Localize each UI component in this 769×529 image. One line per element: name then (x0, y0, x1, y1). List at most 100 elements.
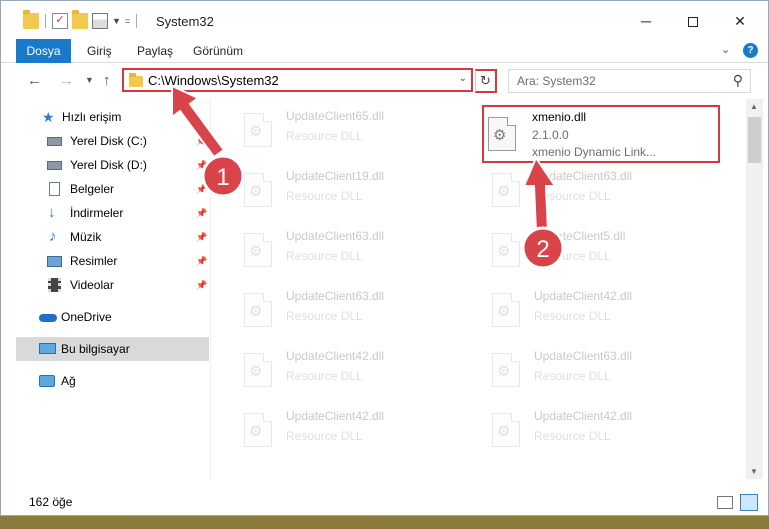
sidebar-item-quick-access[interactable]: ★ Hızlı erişim (16, 105, 209, 129)
navigation-pane: ★ Hızlı erişim Yerel Disk (C:) 📌 Yerel D… (1, 99, 211, 479)
file-name: UpdateClient42.dll (534, 409, 633, 423)
gear-icon: ⚙ (497, 243, 511, 260)
file-list: ⚙ UpdateClient65.dll Resource DLL ⚙ Upda… (212, 99, 742, 479)
drive-icon (47, 161, 62, 170)
file-item[interactable]: ⚙ UpdateClient5.dll Resource DLL (484, 223, 719, 279)
address-path[interactable]: C:\Windows\System32 (148, 73, 279, 88)
dll-file-icon: ⚙ (244, 293, 276, 329)
search-input[interactable]: Ara: System32 ⚲ (508, 69, 751, 93)
file-name: UpdateClient42.dll (534, 289, 633, 303)
file-item[interactable]: ⚙ UpdateClient63.dll Resource DLL (484, 163, 719, 219)
file-name: xmenio.dll (532, 110, 587, 124)
file-name: UpdateClient63.dll (534, 349, 633, 363)
customize-icon[interactable] (92, 13, 108, 29)
gear-icon: ⚙ (493, 127, 507, 144)
chevron-down-icon[interactable]: ⌄ (459, 73, 467, 84)
file-type: Resource DLL (286, 249, 363, 263)
vertical-scrollbar[interactable]: ▲ ▼ (746, 99, 763, 479)
gear-icon: ⚙ (249, 243, 263, 260)
sidebar-item-onedrive[interactable]: OneDrive (16, 305, 209, 329)
file-item[interactable]: ⚙ UpdateClient19.dll Resource DLL (236, 163, 471, 219)
folder-icon (23, 10, 39, 29)
back-button[interactable]: ← (27, 72, 42, 89)
pictures-icon (47, 256, 62, 267)
file-item[interactable]: ⚙ UpdateClient42.dll Resource DLL (236, 343, 471, 399)
sidebar-item-network[interactable]: Ağ (16, 369, 209, 393)
file-name: UpdateClient5.dll (534, 229, 626, 243)
pin-icon[interactable]: 📌 (196, 129, 207, 153)
scroll-down-icon[interactable]: ▼ (750, 467, 758, 476)
network-icon (39, 375, 55, 387)
file-type: Resource DLL (286, 429, 363, 443)
file-type: Resource DLL (534, 189, 611, 203)
tab-share[interactable]: Paylaş (137, 39, 173, 63)
customize-toolbar-icon[interactable]: = (125, 16, 130, 26)
tab-view[interactable]: Görünüm (193, 39, 243, 63)
recent-locations-button[interactable]: ▼ (85, 75, 94, 85)
file-item[interactable]: ⚙ UpdateClient42.dll Resource DLL (236, 403, 471, 459)
maximize-button[interactable] (678, 9, 708, 33)
gear-icon: ⚙ (249, 423, 263, 440)
dll-file-icon: ⚙ (492, 293, 524, 329)
dll-file-icon: ⚙ (244, 353, 276, 389)
sidebar-item-documents[interactable]: Belgeler 📌 (16, 177, 209, 201)
pin-icon[interactable]: 📌 (196, 249, 207, 273)
file-item[interactable]: ⚙ UpdateClient42.dll Resource DLL (484, 403, 719, 459)
title-bar: ✓ ▼ = System32 ─ ✕ (1, 1, 768, 39)
close-button[interactable]: ✕ (725, 9, 755, 33)
file-item[interactable]: ⚙ UpdateClient63.dll Resource DLL (236, 223, 471, 279)
file-type: Resource DLL (534, 429, 611, 443)
expand-ribbon-icon[interactable]: ⌄ (721, 43, 730, 56)
file-name: UpdateClient63.dll (286, 229, 385, 243)
dll-file-icon: ⚙ (492, 233, 524, 269)
gear-icon: ⚙ (497, 363, 511, 380)
gear-icon: ⚙ (249, 303, 263, 320)
file-name: UpdateClient42.dll (286, 409, 385, 423)
scrollbar-thumb[interactable] (748, 117, 761, 163)
dll-file-icon: ⚙ (492, 413, 524, 449)
scroll-up-icon[interactable]: ▲ (750, 102, 758, 111)
sidebar-item-disk-c[interactable]: Yerel Disk (C:) 📌 (16, 129, 209, 153)
pin-icon[interactable]: 📌 (196, 177, 207, 201)
forward-button[interactable]: → (59, 72, 74, 89)
dll-file-icon: ⚙ (244, 413, 276, 449)
pin-icon[interactable]: 📌 (196, 273, 207, 297)
large-icons-view-icon[interactable] (740, 494, 758, 511)
sidebar-item-this-pc[interactable]: Bu bilgisayar (16, 337, 209, 361)
sidebar-item-music[interactable]: ♪ Müzik 📌 (16, 225, 209, 249)
sidebar-item-downloads[interactable]: ↓ İndirmeler 📌 (16, 201, 209, 225)
window-title: System32 (156, 14, 214, 29)
cloud-icon (39, 314, 57, 322)
file-item[interactable]: ⚙ UpdateClient63.dll Resource DLL (484, 343, 719, 399)
up-button[interactable]: ↑ (103, 72, 111, 89)
search-icon[interactable]: ⚲ (733, 72, 743, 89)
pin-icon[interactable]: 📌 (196, 225, 207, 249)
pin-icon[interactable]: 📌 (196, 153, 207, 177)
refresh-button[interactable]: ↻ (475, 69, 497, 93)
file-item[interactable]: ⚙ UpdateClient42.dll Resource DLL (484, 283, 719, 339)
computer-icon (39, 343, 56, 354)
address-bar[interactable]: C:\Windows\System32 ⌄ (122, 68, 473, 92)
details-view-icon[interactable] (717, 496, 733, 509)
file-type: Resource DLL (286, 189, 363, 203)
help-icon[interactable]: ? (743, 43, 758, 58)
file-item[interactable]: ⚙ UpdateClient63.dll Resource DLL (236, 283, 471, 339)
sidebar-item-disk-d[interactable]: Yerel Disk (D:) 📌 (16, 153, 209, 177)
sidebar-item-pictures[interactable]: Resimler 📌 (16, 249, 209, 273)
pin-icon[interactable]: 📌 (196, 201, 207, 225)
navigation-bar: ← → ▼ ↑ C:\Windows\System32 ⌄ ↻ Ara: Sys… (1, 63, 768, 99)
status-bar: 162 öğe (1, 489, 768, 515)
gear-icon: ⚙ (497, 183, 511, 200)
minimize-button[interactable]: ─ (631, 9, 661, 33)
file-item-xmenio[interactable]: ⚙ xmenio.dll 2.1.0.0 xmenio Dynamic Link… (482, 105, 720, 163)
new-folder-icon[interactable] (72, 10, 88, 29)
dll-file-icon: ⚙ (244, 233, 276, 269)
sidebar-item-videos[interactable]: Videolar 📌 (16, 273, 209, 297)
tab-home[interactable]: Giriş (87, 39, 112, 63)
dll-file-icon: ⚙ (492, 353, 524, 389)
file-item[interactable]: ⚙ UpdateClient65.dll Resource DLL (236, 103, 471, 159)
chevron-down-icon[interactable]: ▼ (112, 16, 121, 26)
properties-check-icon[interactable]: ✓ (52, 13, 68, 29)
dll-file-icon: ⚙ (244, 113, 276, 149)
item-count: 162 öğe (29, 495, 73, 509)
